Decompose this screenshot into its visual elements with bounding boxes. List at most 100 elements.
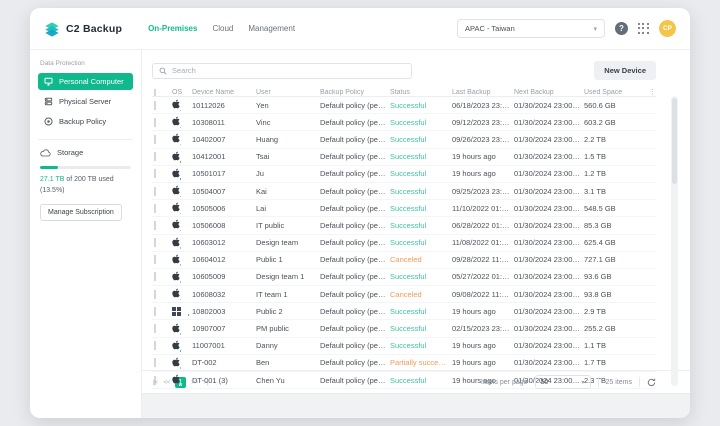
sidebar-item-backup-policy[interactable]: Backup Policy — [38, 113, 133, 130]
offline-status-dot — [179, 143, 183, 146]
table-row[interactable]: 10506008IT publicDefault policy (person.… — [152, 217, 656, 234]
table-row[interactable]: 10412001TsaiDefault policy (person...Suc… — [152, 149, 656, 166]
vertical-scrollbar[interactable] — [671, 96, 678, 386]
next-backup-cell: 01/30/2024 23:00:00 — [514, 152, 584, 161]
row-checkbox[interactable] — [154, 290, 156, 299]
last-backup-cell: 06/28/2022 01:00:10 — [452, 221, 514, 230]
row-checkbox[interactable] — [154, 204, 156, 213]
column-settings-icon[interactable]: ⋮ — [649, 88, 656, 96]
next-page-button[interactable]: >> — [190, 379, 199, 386]
region-selector[interactable]: APAC - Taiwan ▾ — [457, 19, 605, 38]
table-row[interactable]: 10604012Public 1Default policy (person..… — [152, 252, 656, 269]
last-page-button[interactable]: >| — [203, 379, 209, 386]
user-cell: Vinc — [256, 118, 320, 127]
backup-policy-cell: Default policy (person... — [320, 187, 390, 196]
device-name-cell: 11007001 — [192, 341, 256, 350]
online-status-dot — [179, 349, 183, 352]
next-backup-cell: 01/30/2024 23:00:00 — [514, 307, 584, 316]
used-space-cell: 625.4 GB — [584, 238, 632, 247]
sidebar-item-storage[interactable]: Storage — [38, 148, 133, 157]
os-cell — [172, 357, 192, 369]
sidebar-divider — [38, 139, 133, 140]
table-row[interactable]: 10504007KaiDefault policy (person...Succ… — [152, 183, 656, 200]
row-checkbox-cell — [152, 152, 172, 161]
sidebar-item-personal-computer[interactable]: Personal Computer — [38, 73, 133, 90]
row-checkbox[interactable] — [154, 187, 156, 196]
select-all-column[interactable] — [152, 89, 172, 96]
app-title: C2 Backup — [66, 23, 122, 35]
help-icon[interactable]: ? — [615, 22, 628, 35]
first-page-button[interactable]: |< — [152, 379, 158, 386]
table-row[interactable]: 10402007HuangDefault policy (person...Su… — [152, 131, 656, 148]
nav-tab-on-premises[interactable]: On-Premises — [148, 24, 197, 33]
last-backup-cell: 09/26/2023 23:25:37 — [452, 135, 514, 144]
row-checkbox[interactable] — [154, 169, 156, 178]
backup-policy-cell: Default policy (person... — [320, 135, 390, 144]
row-checkbox[interactable] — [154, 255, 156, 264]
table-row[interactable]: 10308011VincDefault policy (person...Suc… — [152, 114, 656, 131]
row-checkbox[interactable] — [154, 307, 156, 316]
user-avatar[interactable]: CP — [659, 20, 676, 37]
new-device-button[interactable]: New Device — [594, 61, 656, 80]
macos-icon — [172, 154, 180, 163]
row-checkbox[interactable] — [154, 341, 156, 350]
next-backup-cell: 01/30/2024 23:00:00 — [514, 101, 584, 110]
status-cell: Canceled — [390, 290, 452, 299]
chevron-down-icon: ▾ — [582, 379, 585, 386]
row-checkbox[interactable] — [154, 135, 156, 144]
device-name-cell: 10605009 — [192, 272, 256, 281]
user-cell: PM public — [256, 324, 320, 333]
os-cell — [172, 99, 192, 111]
items-per-page-select[interactable]: 50 ▾ — [535, 375, 591, 389]
table-row[interactable]: 10112026YenDefault policy (person...Succ… — [152, 97, 656, 114]
used-space-cell: 93.6 GB — [584, 272, 632, 281]
os-cell — [172, 151, 192, 163]
row-checkbox[interactable] — [154, 272, 156, 281]
macos-icon — [172, 171, 180, 180]
storage-progress-bar — [40, 166, 131, 169]
table-footer: |< << 1 >> >| Items per page 50 ▾ 25 ite… — [142, 370, 690, 393]
scrollbar-thumb[interactable] — [672, 98, 677, 184]
table-row[interactable]: 10603012Design teamDefault policy (perso… — [152, 235, 656, 252]
search-input[interactable] — [172, 66, 405, 75]
row-checkbox-cell — [152, 324, 172, 333]
refresh-icon[interactable] — [647, 378, 656, 387]
backup-policy-cell: Default policy (person... — [320, 324, 390, 333]
table-row[interactable]: 10605009Design team 1Default policy (per… — [152, 269, 656, 286]
row-checkbox[interactable] — [154, 152, 156, 161]
row-checkbox[interactable] — [154, 118, 156, 127]
macos-icon — [172, 377, 180, 386]
next-backup-cell: 01/30/2024 23:00:00 — [514, 290, 584, 299]
manage-subscription-button[interactable]: Manage Subscription — [40, 204, 122, 221]
nav-tab-cloud[interactable]: Cloud — [212, 24, 233, 33]
apps-grid-icon[interactable] — [638, 23, 649, 34]
backup-policy-cell: Default policy (person... — [320, 358, 390, 367]
row-checkbox[interactable] — [154, 238, 156, 247]
macos-icon — [172, 102, 180, 111]
table-row[interactable]: 10802003Public 2Default policy (person..… — [152, 303, 656, 320]
backup-policy-cell: Default policy (person... — [320, 169, 390, 178]
nav-tab-management[interactable]: Management — [248, 24, 295, 33]
row-checkbox-cell — [152, 307, 172, 316]
prev-page-button[interactable]: << — [162, 379, 171, 386]
table-row[interactable]: 10608032IT team 1Default policy (person.… — [152, 286, 656, 303]
row-checkbox[interactable] — [154, 221, 156, 230]
status-cell: Successful — [390, 118, 452, 127]
row-checkbox[interactable] — [154, 358, 156, 367]
table-row[interactable]: 11007001DannyDefault policy (person...Su… — [152, 338, 656, 355]
device-name-cell: 10112026 — [192, 101, 256, 110]
sidebar-item-physical-server[interactable]: Physical Server — [38, 93, 133, 110]
online-status-dot — [179, 160, 183, 163]
storage-usage-text: 27.1 TB of 200 TB used (13.5%) — [38, 175, 133, 196]
used-space-cell: 560.6 GB — [584, 101, 632, 110]
search-box[interactable] — [152, 63, 412, 79]
column-header-backup-policy: Backup Policy — [320, 89, 390, 96]
row-checkbox[interactable] — [154, 101, 156, 110]
table-row[interactable]: 10501017JuDefault policy (person...Succe… — [152, 166, 656, 183]
row-checkbox[interactable] — [154, 324, 156, 333]
table-row[interactable]: 10907007PM publicDefault policy (person.… — [152, 320, 656, 337]
select-all-checkbox[interactable] — [154, 89, 156, 96]
table-row[interactable]: 10505006LaiDefault policy (person...Succ… — [152, 200, 656, 217]
table-header-row: OSDevice NameUserBackup PolicyStatusLast… — [152, 88, 656, 97]
used-space-cell: 1.7 TB — [584, 358, 632, 367]
